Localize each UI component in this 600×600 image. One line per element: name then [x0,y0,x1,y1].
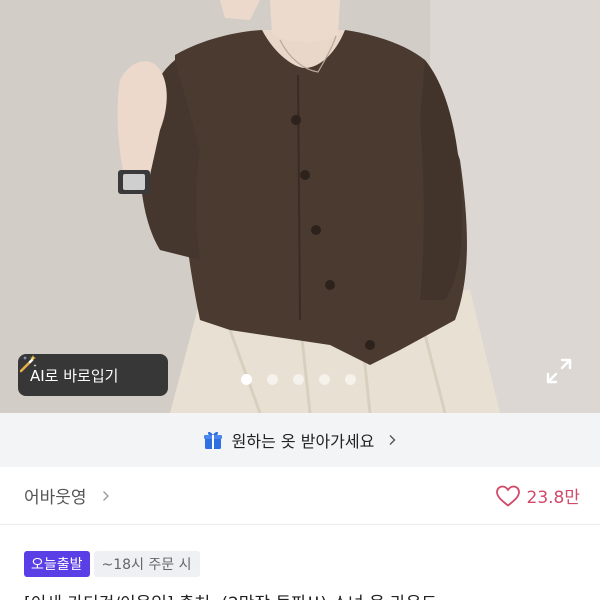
slide-dot-2[interactable] [267,374,278,385]
today-shipping-badge: 오늘출발 [24,551,90,577]
slide-dot-4[interactable] [319,374,330,385]
gift-icon [203,431,222,449]
slide-dot-1[interactable] [241,374,252,385]
ai-try-on-label: AI로 바로입기 [30,366,119,385]
heart-icon [495,485,520,506]
slide-dot-3[interactable] [293,374,304,385]
slide-dot-5[interactable] [345,374,356,385]
product-title: [이새 가디건/이용임] 출처: (2만장 돌파!!) 소녀 울 라운드 [24,589,584,600]
product-photo [0,0,600,413]
ai-try-on-button[interactable]: AI로 바로입기 [18,354,168,396]
expand-image-button[interactable] [545,357,573,385]
slide-indicator [241,374,356,385]
chevron-right-icon [102,490,109,501]
order-deadline-badge: ~18시 주문 시 [93,551,200,577]
seller-row: 어바웃영 23.8만 [0,467,600,525]
product-image[interactable]: AI로 바로입기 [0,0,600,413]
seller-name: 어바웃영 [24,488,87,508]
like-count: 23.8만 [526,488,581,508]
seller-link[interactable]: 어바웃영 [24,483,111,508]
promo-banner[interactable]: 원하는 옷 받아가세요 [0,413,600,467]
magic-wand-icon [19,355,37,373]
expand-icon [546,358,572,384]
shipping-badges: 오늘출발 ~18시 주문 시 [24,551,200,577]
promo-text: 원하는 옷 받아가세요 [231,432,375,451]
like-button[interactable]: 23.8만 [495,483,581,508]
chevron-right-icon [389,435,396,445]
